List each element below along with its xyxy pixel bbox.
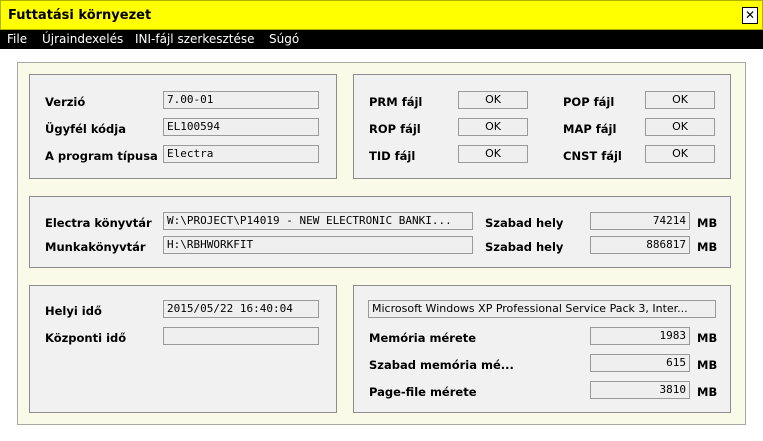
memory-size-unit: MB [697,331,718,345]
system-panel: Microsoft Windows XP Professional Servic… [353,285,731,413]
content-frame: Verzió 7.00-01 Ügyfél kódja EL100594 A p… [17,62,746,425]
pagefile-size-label: Page-file mérete [369,385,477,399]
files-panel: PRM fájl OK ROP fájl OK TID fájl OK POP … [353,74,731,179]
electra-free-label: Szabad hely [485,216,564,230]
tid-file-status: OK [458,145,528,163]
menu-reindex[interactable]: Újraindexelés [42,32,123,46]
memory-size-label: Memória mérete [369,331,477,345]
central-time-field [163,327,319,345]
version-field: 7.00-01 [163,91,319,109]
version-panel: Verzió 7.00-01 Ügyfél kódja EL100594 A p… [29,74,337,179]
local-time-label: Helyi idő [45,304,102,318]
version-label: Verzió [45,95,86,109]
electra-dir-label: Electra könyvtár [45,216,152,230]
os-field: Microsoft Windows XP Professional Servic… [368,300,716,318]
title-bar: Futtatási környezet ✕ [0,0,763,30]
menu-help[interactable]: Súgó [269,32,299,46]
pop-file-status: OK [645,91,715,109]
cnst-file-label: CNST fájl [563,149,622,163]
window-title: Futtatási környezet [8,8,152,23]
client-code-label: Ügyfél kódja [45,122,126,136]
work-dir-label: Munkakönyvtár [45,240,146,254]
rop-file-label: ROP fájl [369,122,421,136]
free-memory-field: 615 [590,354,690,372]
central-time-label: Központi idő [45,331,127,345]
menu-edit-ini[interactable]: INI-fájl szerkesztése [135,32,255,46]
electra-dir-field: W:\PROJECT\P14019 - NEW ELECTRONIC BANKI… [163,212,473,230]
work-free-unit: MB [697,240,718,254]
pop-file-label: POP fájl [563,95,615,109]
work-dir-field: H:\RBHWORKFIT [163,236,473,254]
work-free-field: 886817 [590,236,690,254]
menu-bar: File Újraindexelés INI-fájl szerkesztése… [0,30,763,49]
rop-file-status: OK [458,118,528,136]
electra-free-unit: MB [697,216,718,230]
map-file-label: MAP fájl [563,122,617,136]
prm-file-label: PRM fájl [369,95,423,109]
cnst-file-status: OK [645,145,715,163]
program-type-field: Electra [163,145,319,163]
pagefile-size-unit: MB [697,385,718,399]
close-icon[interactable]: ✕ [742,7,758,24]
local-time-field: 2015/05/22 16:40:04 [163,300,319,318]
work-free-label: Szabad hely [485,240,564,254]
electra-free-field: 74214 [590,212,690,230]
time-panel: Helyi idő 2015/05/22 16:40:04 Központi i… [29,285,337,413]
map-file-status: OK [645,118,715,136]
program-type-label: A program típusa [45,149,158,163]
free-memory-unit: MB [697,358,718,372]
directories-panel: Electra könyvtár W:\PROJECT\P14019 - NEW… [29,196,731,268]
menu-file[interactable]: File [7,32,27,46]
tid-file-label: TID fájl [369,149,416,163]
free-memory-label: Szabad memória mé... [369,358,514,372]
memory-size-field: 1983 [590,327,690,345]
client-code-field: EL100594 [163,118,319,136]
prm-file-status: OK [458,91,528,109]
pagefile-size-field: 3810 [590,381,690,399]
